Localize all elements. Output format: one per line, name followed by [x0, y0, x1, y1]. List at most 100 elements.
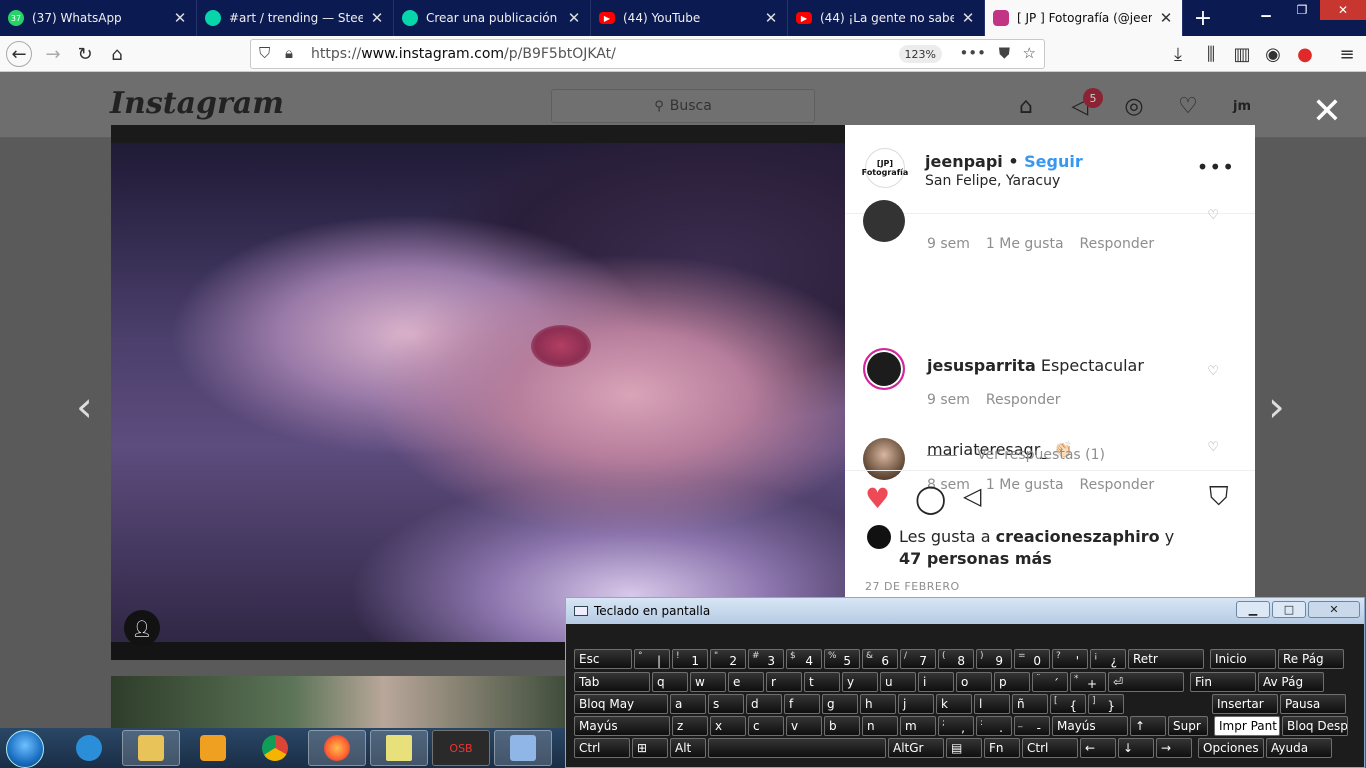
- profile-avatar[interactable]: jm: [1228, 92, 1256, 120]
- osk-key[interactable]: ! 1: [672, 649, 708, 669]
- osk-key[interactable]: c: [748, 716, 784, 736]
- comment-avatar[interactable]: [863, 348, 905, 390]
- osk-key[interactable]: Bloq May: [574, 694, 668, 714]
- comment-likes[interactable]: 1 Me gusta: [986, 236, 1064, 252]
- url-bar[interactable]: ⛉ 🔒︎ https://www.instagram.com/p/B9F5btO…: [250, 39, 1045, 69]
- tab-steemit-create[interactable]: Crear una publicación — S ✕: [394, 0, 591, 36]
- page-actions-icon[interactable]: •••: [959, 44, 986, 62]
- osk-key[interactable]: x: [710, 716, 746, 736]
- osk-key[interactable]: Opciones: [1198, 738, 1264, 758]
- osk-key[interactable]: w: [690, 672, 726, 692]
- osk-key[interactable]: v: [786, 716, 822, 736]
- osk-key[interactable]: * +: [1070, 672, 1106, 692]
- pocket-icon[interactable]: ⛊: [999, 44, 1010, 62]
- likes-count[interactable]: 47 personas más: [899, 549, 1052, 568]
- osk-key[interactable]: & 6: [862, 649, 898, 669]
- osk-key[interactable]: Fin: [1190, 672, 1256, 692]
- osk-key[interactable]: ñ: [1012, 694, 1048, 714]
- close-icon[interactable]: ✕: [172, 9, 188, 27]
- osk-key[interactable]: Mayús: [1052, 716, 1128, 736]
- osk-key[interactable]: Insertar: [1212, 694, 1278, 714]
- comment-like-icon[interactable]: ♡: [1207, 208, 1219, 223]
- forward-icon[interactable]: →: [40, 41, 66, 67]
- osk-key[interactable]: _ -: [1014, 716, 1050, 736]
- new-tab-button[interactable]: +: [1183, 0, 1223, 36]
- share-icon[interactable]: ◁: [963, 482, 981, 510]
- osk-key[interactable]: Retr: [1128, 649, 1204, 669]
- osk-key[interactable]: AltGr: [888, 738, 944, 758]
- tab-youtube[interactable]: ▶ (44) YouTube ✕: [591, 0, 788, 36]
- osk-key[interactable]: t: [804, 672, 840, 692]
- comment-like-icon[interactable]: ♡: [1207, 440, 1219, 455]
- osk-key[interactable]: Av Pág: [1258, 672, 1324, 692]
- osk-maximize-icon[interactable]: □: [1272, 601, 1306, 618]
- osk-key[interactable]: Re Pág: [1278, 649, 1344, 669]
- liker-avatar[interactable]: [867, 525, 891, 549]
- osk-key[interactable]: ↑: [1130, 716, 1166, 736]
- tab-instagram[interactable]: [ JP ] Fotografía (@jeenpap ✕: [985, 0, 1183, 36]
- previous-post-icon[interactable]: ‹: [76, 382, 93, 431]
- home-icon[interactable]: ⌂: [1012, 92, 1040, 120]
- osk-key[interactable]: o: [956, 672, 992, 692]
- comment-likes[interactable]: 1 Me gusta: [986, 477, 1064, 493]
- close-icon[interactable]: ✕: [1158, 9, 1174, 27]
- osk-key[interactable]: q: [652, 672, 688, 692]
- view-replies[interactable]: Ver respuestas (1): [927, 447, 1105, 463]
- close-icon[interactable]: ✕: [566, 9, 582, 27]
- osk-key[interactable]: " 2: [710, 649, 746, 669]
- reply-button[interactable]: Responder: [986, 392, 1061, 408]
- lock-icon[interactable]: 🔒︎: [285, 44, 293, 62]
- close-window-icon[interactable]: ✕: [1320, 0, 1366, 20]
- comment-avatar[interactable]: [863, 200, 905, 242]
- osk-key[interactable]: r: [766, 672, 802, 692]
- firefox-icon[interactable]: [308, 730, 366, 766]
- osk-key[interactable]: ⊞: [632, 738, 668, 758]
- download-icon[interactable]: ⤓: [1165, 41, 1191, 67]
- osk-key[interactable]: ? ': [1052, 649, 1088, 669]
- osk-key[interactable]: [{: [1050, 694, 1086, 714]
- osk-key[interactable]: u: [880, 672, 916, 692]
- close-modal-icon[interactable]: ✕: [1312, 94, 1342, 130]
- bookmark-star-icon[interactable]: ☆: [1023, 44, 1036, 62]
- media-player-icon[interactable]: [184, 730, 242, 766]
- follow-button[interactable]: Seguir: [1024, 152, 1083, 171]
- notes-icon[interactable]: [370, 730, 428, 766]
- osk-key[interactable]: Mayús: [574, 716, 670, 736]
- osk-key[interactable]: e: [728, 672, 764, 692]
- comment-avatar[interactable]: [863, 438, 905, 480]
- osk-key[interactable]: Supr: [1168, 716, 1208, 736]
- close-icon[interactable]: ✕: [960, 9, 976, 27]
- reload-icon[interactable]: ↻: [72, 41, 98, 67]
- osk-key[interactable]: Inicio: [1210, 649, 1276, 669]
- comment-username[interactable]: jesusparrita: [927, 356, 1036, 375]
- osk-key[interactable]: →: [1156, 738, 1192, 758]
- osk-key[interactable]: ⏎: [1108, 672, 1184, 692]
- osk-key[interactable]: j: [898, 694, 934, 714]
- osk-key[interactable]: ↓: [1118, 738, 1154, 758]
- osk-key[interactable]: Fn: [984, 738, 1020, 758]
- osk-key[interactable]: $4: [786, 649, 822, 669]
- zoom-indicator[interactable]: 123%: [898, 45, 942, 63]
- library-icon[interactable]: ⫼: [1198, 41, 1224, 67]
- back-icon[interactable]: ←: [6, 41, 32, 67]
- explore-icon[interactable]: ◎: [1120, 92, 1148, 120]
- osk-key[interactable]: Ctrl: [574, 738, 630, 758]
- osk-key[interactable]: b: [824, 716, 860, 736]
- osk-close-icon[interactable]: ✕: [1308, 601, 1360, 618]
- post-author-avatar[interactable]: [JP] Fotografía: [862, 148, 908, 188]
- osk-key[interactable]: Tab: [574, 672, 650, 692]
- post-location[interactable]: San Felipe, Yaracuy: [925, 173, 1060, 189]
- tab-whatsapp[interactable]: 37 (37) WhatsApp ✕: [0, 0, 197, 36]
- osk-key[interactable]: ¨ ´: [1032, 672, 1068, 692]
- osk-key[interactable]: Pausa: [1280, 694, 1346, 714]
- like-heart-icon[interactable]: ♥: [865, 482, 890, 515]
- save-bookmark-icon[interactable]: ⛉: [1209, 482, 1229, 513]
- osk-key[interactable]: m: [900, 716, 936, 736]
- osk-key[interactable]: l: [974, 694, 1010, 714]
- post-photo[interactable]: [111, 125, 845, 660]
- osk-key[interactable]: Ctrl: [1022, 738, 1078, 758]
- close-icon[interactable]: ✕: [369, 9, 385, 27]
- tab-youtube-video[interactable]: ▶ (44) ¡La gente no sabe goo ✕: [788, 0, 985, 36]
- tab-steemit-trending[interactable]: #art / trending — Steemit ✕: [197, 0, 394, 36]
- osk-key[interactable]: h: [860, 694, 896, 714]
